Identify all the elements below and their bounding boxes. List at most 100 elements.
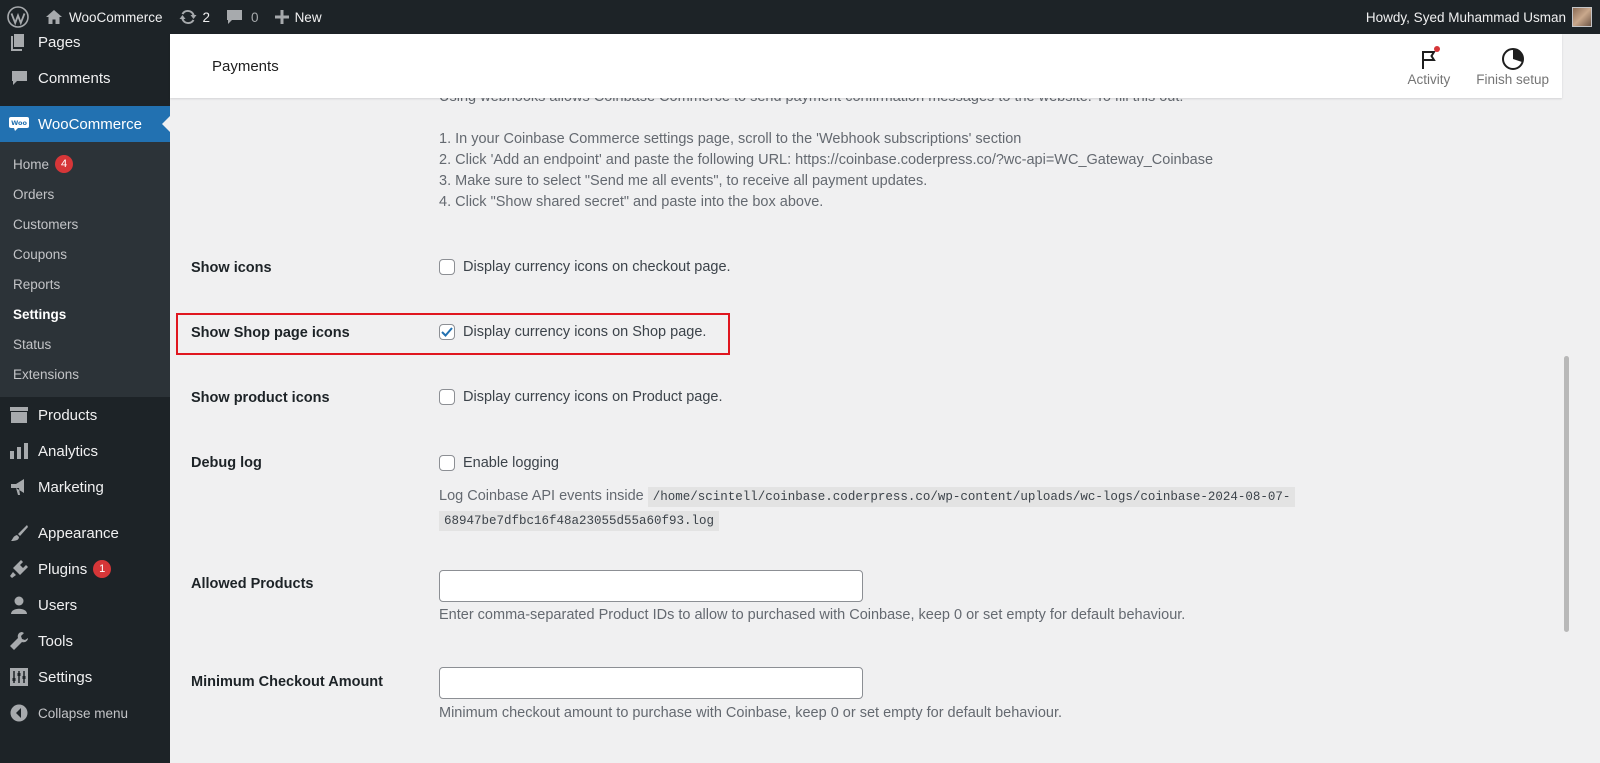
menu-products[interactable]: Products <box>0 397 170 433</box>
allowed-products-help: Enter comma-separated Product IDs to all… <box>439 607 1186 623</box>
menu-comments[interactable]: Comments <box>0 60 170 96</box>
collapse-label: Collapse menu <box>38 705 129 721</box>
collapse-menu-button[interactable]: Collapse menu <box>0 695 170 731</box>
updates-icon <box>179 8 197 26</box>
notification-badge: 4 <box>55 155 74 173</box>
new-content-link[interactable]: New <box>267 0 330 34</box>
scrollbar-thumb[interactable] <box>1564 356 1569 632</box>
menu-label: Appearance <box>38 524 119 542</box>
comments-icon <box>9 68 29 88</box>
show-product-icons-option[interactable]: Display currency icons on Product page. <box>439 389 723 405</box>
activity-label: Activity <box>1407 71 1451 87</box>
show-product-icons-label: Show product icons <box>191 390 330 406</box>
svg-text:Woo: Woo <box>11 119 27 127</box>
min-checkout-help: Minimum checkout amount to purchase with… <box>439 705 1063 721</box>
menu-users[interactable]: Users <box>0 587 170 623</box>
page-title: Payments <box>212 57 279 75</box>
submenu-reports[interactable]: Reports <box>0 269 170 299</box>
plug-icon <box>9 559 29 579</box>
woocommerce-header: Payments Activity Finish setup <box>170 34 1562 98</box>
show-product-icons-checkbox-label: Display currency icons on Product page. <box>463 389 723 405</box>
comment-bubble-icon <box>226 9 243 25</box>
show-icons-checkbox[interactable] <box>439 259 455 275</box>
webhook-step: 1. In your Coinbase Commerce settings pa… <box>439 131 1022 147</box>
updates-count: 2 <box>202 9 211 25</box>
show-icons-option[interactable]: Display currency icons on checkout page. <box>439 259 731 275</box>
user-icon <box>9 595 29 615</box>
show-icons-label: Show icons <box>191 260 272 276</box>
home-icon <box>45 9 63 25</box>
menu-label: Products <box>38 406 98 424</box>
plus-icon <box>274 10 289 24</box>
submenu-status[interactable]: Status <box>0 329 170 359</box>
menu-label: Marketing <box>38 478 104 496</box>
submenu-extensions[interactable]: Extensions <box>0 359 170 389</box>
menu-plugins[interactable]: Plugins 1 <box>0 551 170 587</box>
log-path-line1: /home/scintell/coinbase.coderpress.co/wp… <box>647 487 1296 507</box>
menu-label: Analytics <box>38 442 99 460</box>
webhook-step: 2. Click 'Add an endpoint' and paste the… <box>439 152 1214 168</box>
settings-sliders-icon <box>9 667 29 687</box>
min-checkout-label: Minimum Checkout Amount <box>191 674 383 690</box>
menu-pages[interactable]: Pages <box>0 34 170 60</box>
menu-settings[interactable]: Settings <box>0 659 170 695</box>
menu-marketing[interactable]: Marketing <box>0 469 170 505</box>
finish-setup-button[interactable]: Finish setup <box>1463 34 1562 98</box>
menu-label: Comments <box>38 69 111 87</box>
menu-tools[interactable]: Tools <box>0 623 170 659</box>
menu-label: WooCommerce <box>38 115 142 133</box>
wordpress-logo-icon[interactable] <box>0 0 37 34</box>
wrench-icon <box>9 631 29 651</box>
submenu-customers[interactable]: Customers <box>0 209 170 239</box>
allowed-products-input[interactable] <box>439 570 863 602</box>
menu-analytics[interactable]: Analytics <box>0 433 170 469</box>
megaphone-icon <box>9 477 29 497</box>
submenu-settings[interactable]: Settings <box>0 299 170 329</box>
webhook-steps: 1. In your Coinbase Commerce settings pa… <box>439 129 1213 213</box>
site-name: WooCommerce <box>69 9 163 25</box>
show-icons-checkbox-label: Display currency icons on checkout page. <box>463 259 731 275</box>
submenu-orders[interactable]: Orders <box>0 179 170 209</box>
enable-logging-checkbox[interactable] <box>439 455 455 471</box>
new-label: New <box>294 9 322 25</box>
archive-icon <box>9 405 29 425</box>
finish-setup-label: Finish setup <box>1476 71 1549 87</box>
pages-icon <box>9 34 29 52</box>
site-name-link[interactable]: WooCommerce <box>37 0 171 34</box>
menu-woocommerce[interactable]: Woo WooCommerce <box>0 106 170 142</box>
webhook-step: 3. Make sure to select "Send me all even… <box>439 173 928 189</box>
woocommerce-submenu: Home 4 Orders Customers Coupons Reports S… <box>0 142 170 397</box>
debug-log-desc-prefix: Log Coinbase API events inside <box>439 488 644 504</box>
flag-icon <box>1420 45 1440 72</box>
debug-log-description: Log Coinbase API events inside /home/sci… <box>439 485 1296 533</box>
menu-label: Tools <box>38 632 74 650</box>
progress-circle-icon <box>1501 46 1525 72</box>
avatar <box>1572 7 1592 27</box>
updates-link[interactable]: 2 <box>171 0 219 34</box>
comments-link[interactable]: 0 <box>218 0 267 34</box>
menu-appearance[interactable]: Appearance <box>0 515 170 551</box>
show-shop-icons-option[interactable]: Display currency icons on Shop page. <box>439 324 706 340</box>
submenu-home[interactable]: Home 4 <box>0 149 170 179</box>
webhook-step: 4. Click "Show shared secret" and paste … <box>439 194 824 210</box>
log-path-line2: 68947be7dfbc16f48a23055d55a60f93.log <box>439 511 720 531</box>
debug-log-label: Debug log <box>191 455 262 471</box>
debug-log-option[interactable]: Enable logging <box>439 455 559 471</box>
bar-chart-icon <box>9 441 29 461</box>
paintbrush-icon <box>9 523 29 543</box>
allowed-products-label: Allowed Products <box>191 576 314 592</box>
account-menu[interactable]: Howdy, Syed Muhammad Usman <box>1358 0 1600 34</box>
collapse-arrow-icon <box>9 703 29 723</box>
show-product-icons-checkbox[interactable] <box>439 389 455 405</box>
submenu-coupons[interactable]: Coupons <box>0 239 170 269</box>
menu-label: Plugins <box>38 560 88 578</box>
show-shop-icons-checkbox-label: Display currency icons on Shop page. <box>463 324 707 340</box>
show-shop-icons-checkbox[interactable] <box>439 324 455 340</box>
admin-sidebar: Pages Comments Woo WooCommerce Home 4 Ord… <box>0 34 170 763</box>
menu-label: Pages <box>38 34 81 51</box>
enable-logging-label: Enable logging <box>463 455 559 471</box>
min-checkout-input[interactable] <box>439 667 863 699</box>
show-shop-icons-label: Show Shop page icons <box>191 325 350 341</box>
activity-button[interactable]: Activity <box>1394 34 1463 98</box>
admin-bar: WooCommerce 2 0 New Howdy, Syed Muhammad… <box>0 0 1600 34</box>
